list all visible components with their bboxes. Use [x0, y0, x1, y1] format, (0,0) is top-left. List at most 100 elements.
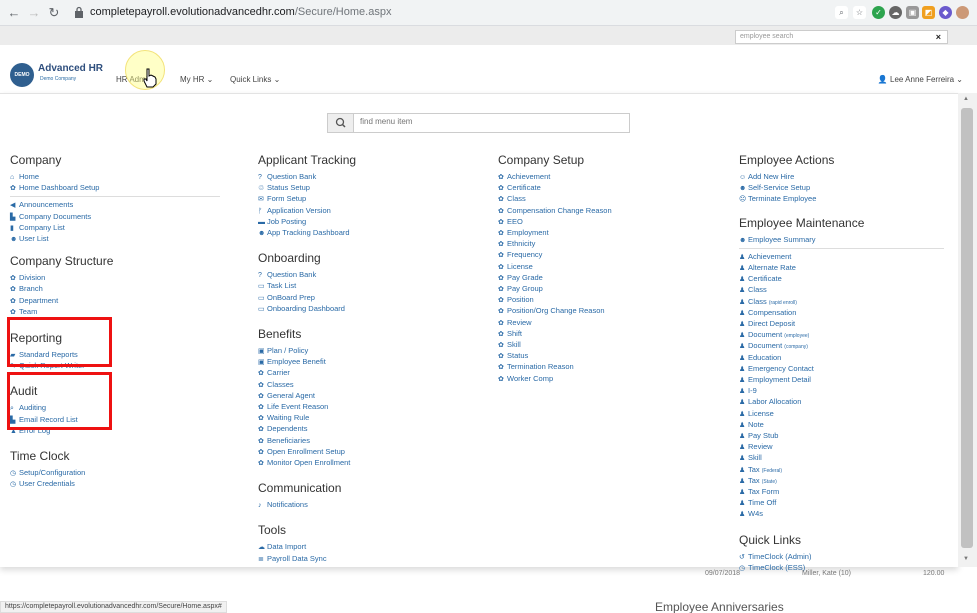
menu-link-timeclock-admin[interactable]: ↺ TimeClock (Admin) — [739, 552, 944, 563]
employee-search-input[interactable]: employee search × — [735, 30, 948, 44]
brand-title[interactable]: Advanced HR — [38, 63, 103, 74]
scroll-down-icon[interactable]: ▼ — [963, 556, 969, 562]
menu-link-setup-item[interactable]: ✿ Frequency — [498, 250, 708, 261]
menu-link-setup-item[interactable]: ✿ EEO — [498, 217, 708, 228]
menu-link-general-agent[interactable]: ✿ General Agent — [258, 391, 468, 402]
bookmark-star-icon[interactable]: ☆ — [853, 6, 866, 19]
menu-link-home-dashboard-setup[interactable]: ✿ Home Dashboard Setup — [10, 183, 220, 194]
menu-link-beneficiaries[interactable]: ✿ Beneficiaries — [258, 436, 468, 447]
menu-link-maintenance-item[interactable]: ♟ Review — [739, 442, 944, 453]
menu-link-add-new-hire[interactable]: ☺ Add New Hire — [739, 172, 944, 183]
clear-search-icon[interactable]: × — [936, 32, 941, 42]
menu-link-setup-item[interactable]: ✿ Termination Reason — [498, 362, 708, 373]
menu-link-maintenance-item[interactable]: ♟ Direct Deposit — [739, 319, 944, 330]
profile-avatar[interactable] — [956, 6, 969, 19]
menu-link-setup-item[interactable]: ✿ Ethnicity — [498, 239, 708, 250]
menu-link-department[interactable]: ✿ Department — [10, 296, 220, 307]
menu-link-maintenance-item[interactable]: ♟ Pay Stub — [739, 431, 944, 442]
menu-link-monitor-open-enrollment[interactable]: ✿ Monitor Open Enrollment — [258, 458, 468, 469]
menu-link-maintenance-item[interactable]: ♟ Skill — [739, 453, 944, 464]
extension-orange-icon[interactable]: ◩ — [922, 6, 935, 19]
menu-link-employee-benefit[interactable]: ▣ Employee Benefit — [258, 357, 468, 368]
find-menu-item-input[interactable] — [360, 117, 620, 126]
menu-link-question-bank[interactable]: ? Question Bank — [258, 172, 468, 183]
menu-link-notifications[interactable]: ♪ Notifications — [258, 500, 468, 511]
extension-cloud-icon[interactable]: ☁ — [889, 6, 902, 19]
menu-link-setup-item[interactable]: ✿ Skill — [498, 340, 708, 351]
scrollbar-thumb[interactable] — [961, 108, 973, 548]
menu-link-maintenance-item[interactable]: ♟ Employment Detail — [739, 375, 944, 386]
menu-link-self-service-setup[interactable]: ☻ Self-Service Setup — [739, 183, 944, 194]
menu-link-setup-item[interactable]: ✿ Employment — [498, 228, 708, 239]
menu-link-plan-policy[interactable]: ▣ Plan / Policy — [258, 346, 468, 357]
menu-link-maintenance-item[interactable]: ♟ Note — [739, 420, 944, 431]
menu-link-setup-configuration[interactable]: ◷ Setup/Configuration — [10, 468, 220, 479]
menu-link-life-event-reason[interactable]: ✿ Life Event Reason — [258, 402, 468, 413]
menu-link-maintenance-item[interactable]: ♟ Class — [739, 285, 944, 296]
menu-link-onboard-prep[interactable]: ▭ OnBoard Prep — [258, 293, 468, 304]
menu-link-setup-item[interactable]: ✿ License — [498, 262, 708, 273]
menu-link-data-import[interactable]: ☁ Data Import — [258, 542, 468, 553]
menu-link-announcements[interactable]: ◀ Announcements — [10, 200, 220, 211]
menu-link-setup-item[interactable]: ✿ Achievement — [498, 172, 708, 183]
menu-link-setup-item[interactable]: ✿ Class — [498, 194, 708, 205]
menu-link-onboarding-question-bank[interactable]: ? Question Bank — [258, 270, 468, 281]
menu-link-maintenance-item[interactable]: ♟ Tax Form — [739, 487, 944, 498]
menu-link-setup-item[interactable]: ✿ Shift — [498, 329, 708, 340]
zoom-icon[interactable]: ⌕ — [835, 6, 848, 19]
menu-link-terminate-employee[interactable]: ☹ Terminate Employee — [739, 194, 944, 205]
extension-check-icon[interactable]: ✓ — [872, 6, 885, 19]
back-icon[interactable]: ← — [6, 5, 22, 21]
menu-link-maintenance-item[interactable]: ♟ Certificate — [739, 274, 944, 285]
menu-link-maintenance-item[interactable]: ♟ I-9 — [739, 386, 944, 397]
scroll-up-icon[interactable]: ▲ — [963, 96, 969, 102]
menu-link-maintenance-item[interactable]: ♟ Tax (State) — [739, 476, 944, 487]
menu-link-setup-item[interactable]: ✿ Compensation Change Reason — [498, 206, 708, 217]
menu-link-payroll-data-sync[interactable]: ≣ Payroll Data Sync — [258, 554, 468, 565]
extension-purple-icon[interactable]: ◆ — [939, 6, 952, 19]
menu-link-job-posting[interactable]: ▬ Job Posting — [258, 217, 468, 228]
search-button[interactable] — [328, 114, 354, 132]
menu-link-carrier[interactable]: ✿ Carrier — [258, 368, 468, 379]
menu-link-maintenance-item[interactable]: ♟ W4s — [739, 509, 944, 520]
menu-link-branch[interactable]: ✿ Branch — [10, 284, 220, 295]
menu-link-task-list[interactable]: ▭ Task List — [258, 281, 468, 292]
menu-link-company-documents[interactable]: ▙ Company Documents — [10, 212, 220, 223]
menu-link-maintenance-item[interactable]: ♟ Labor Allocation — [739, 397, 944, 408]
menu-link-onboarding-dashboard[interactable]: ▭ Onboarding Dashboard — [258, 304, 468, 315]
nav-quick-links[interactable]: Quick Links ⌄ — [230, 75, 280, 84]
menu-link-maintenance-item[interactable]: ♟ Class (rapid enroll) — [739, 297, 944, 308]
menu-link-maintenance-item[interactable]: ♟ License — [739, 409, 944, 420]
menu-link-user-credentials[interactable]: ◷ User Credentials — [10, 479, 220, 490]
menu-link-application-version[interactable]: ᚠ Application Version — [258, 206, 468, 217]
menu-link-setup-item[interactable]: ✿ Review — [498, 318, 708, 329]
menu-link-maintenance-item[interactable]: ♟ Emergency Contact — [739, 364, 944, 375]
menu-link-maintenance-item[interactable]: ♟ Tax (Federal) — [739, 465, 944, 476]
menu-link-setup-item[interactable]: ✿ Worker Comp — [498, 374, 708, 385]
menu-link-status-setup[interactable]: ♲ Status Setup — [258, 183, 468, 194]
menu-link-maintenance-item[interactable]: ♟ Achievement — [739, 252, 944, 263]
menu-link-open-enrollment-setup[interactable]: ✿ Open Enrollment Setup — [258, 447, 468, 458]
menu-link-division[interactable]: ✿ Division — [10, 273, 220, 284]
menu-link-maintenance-item[interactable]: ♟ Compensation — [739, 308, 944, 319]
menu-link-company-list[interactable]: ▮ Company List — [10, 223, 220, 234]
user-menu[interactable]: 👤 Lee Anne Ferreira ⌄ — [878, 75, 963, 84]
extension-gray-icon[interactable]: ▣ — [906, 6, 919, 19]
menu-link-dependents[interactable]: ✿ Dependents — [258, 424, 468, 435]
menu-link-setup-item[interactable]: ✿ Pay Group — [498, 284, 708, 295]
menu-link-waiting-rule[interactable]: ✿ Waiting Rule — [258, 413, 468, 424]
menu-link-app-tracking-dashboard[interactable]: ☻ App Tracking Dashboard — [258, 228, 468, 239]
address-bar[interactable]: completepayroll.evolutionadvancedhr.com/… — [66, 3, 821, 23]
menu-link-employee-summary[interactable]: ☻ Employee Summary — [739, 235, 944, 246]
menu-link-setup-item[interactable]: ✿ Status — [498, 351, 708, 362]
menu-link-user-list[interactable]: ☻ User List — [10, 234, 220, 245]
menu-link-maintenance-item[interactable]: ♟ Education — [739, 353, 944, 364]
menu-link-setup-item[interactable]: ✿ Position — [498, 295, 708, 306]
nav-my-hr[interactable]: My HR ⌄ — [180, 75, 213, 84]
menu-link-maintenance-item[interactable]: ♟ Alternate Rate — [739, 263, 944, 274]
menu-link-classes[interactable]: ✿ Classes — [258, 380, 468, 391]
menu-link-form-setup[interactable]: ✉ Form Setup — [258, 194, 468, 205]
menu-link-maintenance-item[interactable]: ♟ Document (employee) — [739, 330, 944, 341]
menu-link-maintenance-item[interactable]: ♟ Document (company) — [739, 341, 944, 352]
menu-link-setup-item[interactable]: ✿ Certificate — [498, 183, 708, 194]
